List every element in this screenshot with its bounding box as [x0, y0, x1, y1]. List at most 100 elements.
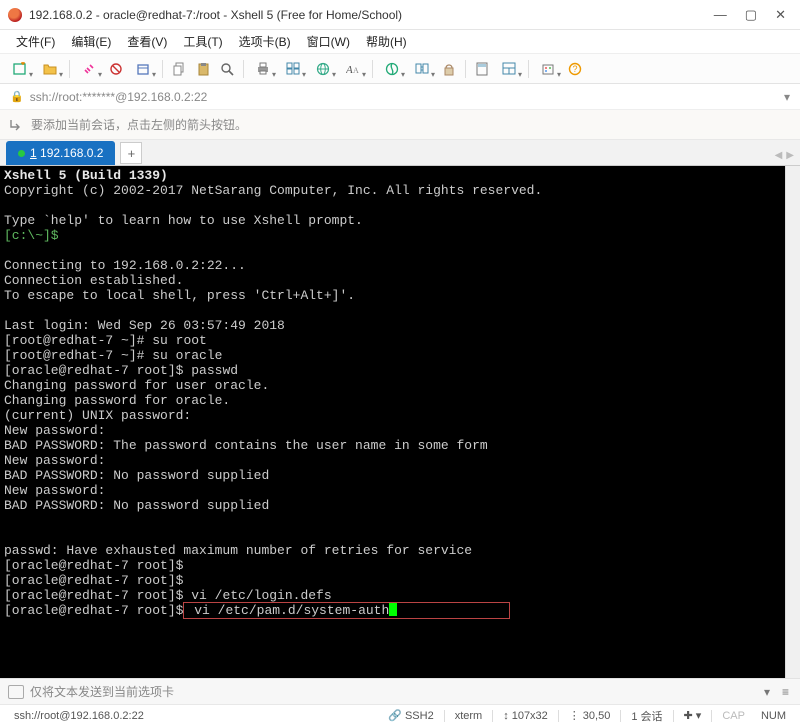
- term-line: Copyright (c) 2002-2017 NetSarang Comput…: [4, 183, 542, 198]
- cursor-pos-icon: ⋮: [569, 709, 580, 722]
- term-cmd: passwd: [183, 363, 238, 378]
- script-button[interactable]: [378, 58, 406, 80]
- help-button[interactable]: ?: [564, 58, 586, 80]
- connected-indicator-icon: [18, 150, 25, 157]
- status-num: NUM: [755, 710, 792, 722]
- add-session-arrow-icon[interactable]: [10, 118, 24, 132]
- term-line: Type `help' to learn how to use Xshell p…: [4, 213, 363, 228]
- compose-menu-button[interactable]: ≡: [779, 685, 792, 699]
- term-line: To escape to local shell, press 'Ctrl+Al…: [4, 288, 355, 303]
- term-prompt: [oracle@redhat-7 root]$: [4, 573, 183, 588]
- term-line: New password:: [4, 483, 105, 498]
- window-controls: — ▢ ✕: [708, 8, 792, 21]
- term-line: Changing password for oracle.: [4, 393, 230, 408]
- toolbar-separator: [528, 60, 529, 78]
- term-line: BAD PASSWORD: The password contains the …: [4, 438, 488, 453]
- app-icon: [8, 8, 22, 22]
- calc-button[interactable]: [471, 58, 493, 80]
- terminal[interactable]: Xshell 5 (Build 1339) Copyright (c) 2002…: [0, 166, 785, 678]
- address-text[interactable]: ssh://root:*******@192.168.0.2:22: [30, 90, 778, 104]
- addressbar: 🔒 ssh://root:*******@192.168.0.2:22 ▾: [0, 84, 800, 110]
- menu-view[interactable]: 查看(V): [121, 31, 173, 52]
- print-button[interactable]: [249, 58, 277, 80]
- minimize-button[interactable]: —: [714, 8, 727, 21]
- menu-tools[interactable]: 工具(T): [177, 31, 228, 52]
- menu-file[interactable]: 文件(F): [10, 31, 61, 52]
- term-prompt: [root@redhat-7 ~]#: [4, 333, 144, 348]
- tile-button[interactable]: [279, 58, 307, 80]
- maximize-button[interactable]: ▢: [745, 8, 757, 21]
- link-icon: 🔗: [388, 709, 402, 722]
- new-tab-button[interactable]: +: [120, 142, 142, 164]
- menu-edit[interactable]: 编辑(E): [65, 31, 117, 52]
- terminal-scrollbar[interactable]: [785, 166, 800, 678]
- statusbar: ssh://root@192.168.0.2:22 🔗SSH2 xterm ↕1…: [0, 704, 800, 726]
- term-prompt: [oracle@redhat-7 root]$: [4, 603, 183, 618]
- open-session-button[interactable]: [36, 58, 64, 80]
- term-cmd: su root: [144, 333, 206, 348]
- properties-button[interactable]: [129, 58, 157, 80]
- new-session-button[interactable]: [6, 58, 34, 80]
- term-prompt: [oracle@redhat-7 root]$: [4, 363, 183, 378]
- layout-button[interactable]: [495, 58, 523, 80]
- tab-label: 192.168.0.2: [40, 146, 103, 160]
- menubar: 文件(F) 编辑(E) 查看(V) 工具(T) 选项卡(B) 窗口(W) 帮助(…: [0, 30, 800, 54]
- terminal-wrap: Xshell 5 (Build 1339) Copyright (c) 2002…: [0, 166, 800, 678]
- tab-session-1[interactable]: 1 192.168.0.2: [6, 141, 115, 165]
- globe-button[interactable]: [309, 58, 337, 80]
- status-connection: ssh://root@192.168.0.2:22: [8, 710, 378, 722]
- compose-down-button[interactable]: ▾: [761, 685, 773, 699]
- keyboard-icon[interactable]: [8, 685, 24, 699]
- term-line: Connection established.: [4, 273, 183, 288]
- status-term: xterm: [449, 710, 489, 722]
- style-button[interactable]: [534, 58, 562, 80]
- address-dropdown-button[interactable]: ▾: [784, 90, 790, 104]
- term-line: New password:: [4, 423, 105, 438]
- titlebar: 192.168.0.2 - oracle@redhat-7:/root - Xs…: [0, 0, 800, 30]
- paste-button[interactable]: [192, 58, 214, 80]
- toolbar-separator: [69, 60, 70, 78]
- transfer-button[interactable]: [408, 58, 436, 80]
- term-line: BAD PASSWORD: No password supplied: [4, 498, 269, 513]
- menu-tabs[interactable]: 选项卡(B): [233, 31, 297, 52]
- term-cmd: vi /etc/pam.d/system-auth: [186, 603, 389, 618]
- svg-text:A: A: [353, 66, 359, 75]
- term-prompt: [oracle@redhat-7 root]$: [4, 558, 183, 573]
- tab-prev-button[interactable]: ◀: [775, 150, 783, 161]
- status-size: ↕107x32: [497, 710, 554, 722]
- menu-window[interactable]: 窗口(W): [301, 31, 356, 52]
- term-line: Last login: Wed Sep 26 03:57:49 2018: [4, 318, 285, 333]
- font-button[interactable]: AA: [339, 58, 367, 80]
- status-cursor: ⋮30,50: [563, 709, 617, 722]
- tab-index: 1: [30, 146, 37, 160]
- toolbar: AA ?: [0, 54, 800, 84]
- terminal-cursor: [389, 603, 397, 616]
- infobar-text: 要添加当前会话，点击左侧的箭头按钮。: [31, 116, 247, 133]
- resize-icon: ↕: [503, 710, 509, 722]
- bottom-input-bar: 仅将文本发送到当前选项卡 ▾ ≡: [0, 678, 800, 704]
- status-add-button[interactable]: ✚ ▾: [678, 709, 708, 722]
- lock-button[interactable]: [438, 58, 460, 80]
- close-button[interactable]: ✕: [775, 8, 786, 21]
- menu-help[interactable]: 帮助(H): [360, 31, 413, 52]
- term-cmd: su oracle: [144, 348, 222, 363]
- status-proto: 🔗SSH2: [382, 709, 439, 722]
- tab-nav: ◀ ▶: [775, 150, 794, 161]
- compose-input[interactable]: 仅将文本发送到当前选项卡: [30, 683, 755, 700]
- toolbar-separator: [465, 60, 466, 78]
- term-line: Connecting to 192.168.0.2:22...: [4, 258, 246, 273]
- toolbar-separator: [162, 60, 163, 78]
- term-prompt: [root@redhat-7 ~]#: [4, 348, 144, 363]
- term-line: BAD PASSWORD: No password supplied: [4, 468, 269, 483]
- term-line: passwd: Have exhausted maximum number of…: [4, 543, 472, 558]
- svg-text:?: ?: [573, 64, 578, 74]
- copy-button[interactable]: [168, 58, 190, 80]
- status-cap: CAP: [716, 710, 751, 722]
- disconnect-button[interactable]: [105, 58, 127, 80]
- window-title: 192.168.0.2 - oracle@redhat-7:/root - Xs…: [29, 8, 708, 22]
- reconnect-button[interactable]: [75, 58, 103, 80]
- lock-icon: 🔒: [10, 90, 24, 103]
- find-button[interactable]: [216, 58, 238, 80]
- tab-next-button[interactable]: ▶: [786, 150, 794, 161]
- term-line: Changing password for user oracle.: [4, 378, 269, 393]
